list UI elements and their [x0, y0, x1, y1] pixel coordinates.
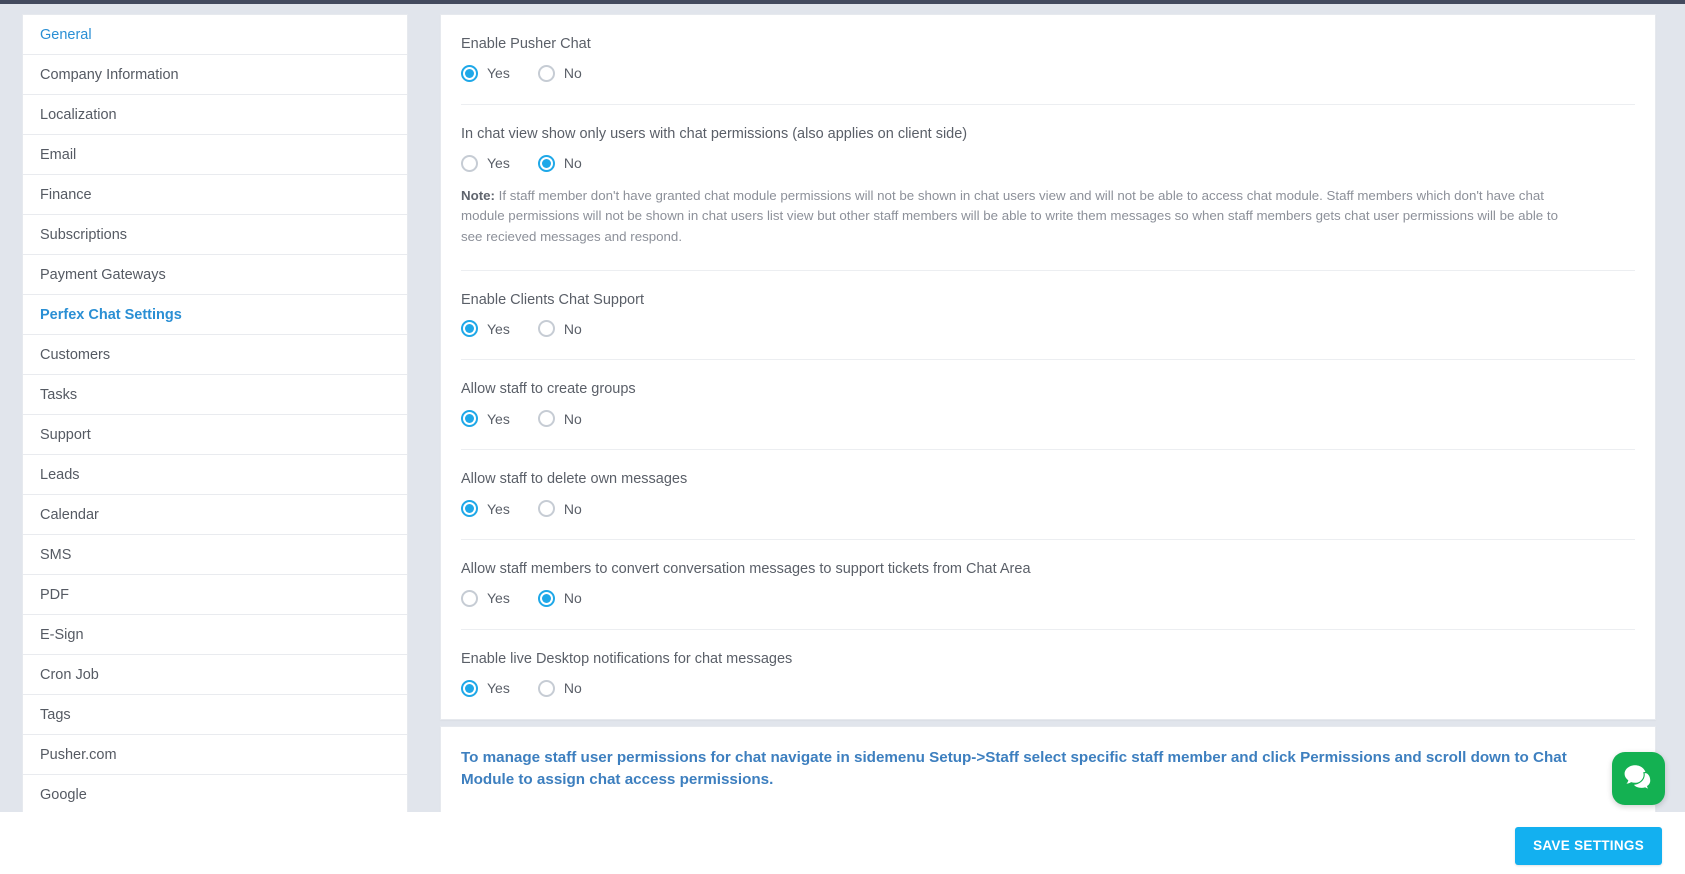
radio-unselected-icon[interactable] — [461, 589, 478, 607]
sidebar-item-localization[interactable]: Localization — [23, 95, 407, 135]
chat-widget-button[interactable] — [1612, 752, 1665, 805]
radio-option-yes[interactable]: Yes — [461, 410, 510, 428]
radio-selected-icon[interactable] — [461, 320, 478, 338]
sidebar-item-calendar[interactable]: Calendar — [23, 495, 407, 535]
setting-group: Allow staff members to convert conversat… — [461, 540, 1635, 630]
radio-option-label: Yes — [487, 590, 510, 607]
radio-option-yes[interactable]: Yes — [461, 679, 510, 697]
setting-group: Enable Clients Chat Support Yes No — [461, 271, 1635, 361]
radio-option-yes[interactable]: Yes — [461, 320, 510, 338]
setting-group: Allow staff to create groups Yes No — [461, 360, 1635, 451]
sidebar-item-perfex-chat-settings[interactable]: Perfex Chat Settings — [23, 295, 407, 335]
radio-option-label: No — [563, 320, 582, 337]
radio-option-yes[interactable]: Yes — [461, 154, 510, 172]
radio-selected-icon[interactable] — [461, 410, 478, 428]
setting-group: Enable Pusher Chat Yes No — [461, 15, 1635, 105]
setting-label: Allow staff to create groups — [461, 381, 636, 398]
radio-selected-icon[interactable] — [461, 500, 478, 518]
sidebar-item-google[interactable]: Google — [23, 775, 407, 812]
radio-option-yes[interactable]: Yes — [461, 64, 510, 82]
note-body: If staff member don't have granted chat … — [461, 187, 1558, 244]
radio-unselected-icon[interactable] — [537, 679, 555, 697]
setting-label: Enable Pusher Chat — [461, 36, 591, 52]
radio-option-no[interactable]: No — [537, 64, 582, 82]
sidebar-item-e-sign[interactable]: E-Sign — [23, 615, 407, 655]
chat-bubbles-icon — [1623, 763, 1655, 794]
radio-selected-icon[interactable] — [461, 679, 478, 697]
radio-unselected-icon[interactable] — [537, 320, 555, 338]
sidebar-item-customers[interactable]: Customers — [23, 335, 407, 375]
sidebar-item-email[interactable]: Email — [23, 135, 407, 175]
sidebar-item-subscriptions[interactable]: Subscriptions — [23, 215, 407, 255]
radio-option-label: No — [563, 500, 582, 517]
settings-sidebar: General Company Information Localization Em… — [22, 14, 408, 812]
sidebar-item-sms[interactable]: SMS — [23, 535, 407, 575]
radio-option-label: No — [563, 410, 582, 427]
sidebar-item-tasks[interactable]: Tasks — [23, 375, 407, 415]
radio-option-label: Yes — [487, 500, 510, 517]
radio-option-no[interactable]: No — [537, 679, 582, 697]
sidebar-item-payment-gateways[interactable]: Payment Gateways — [23, 255, 407, 295]
radio-unselected-icon[interactable] — [537, 500, 555, 518]
radio-selected-icon[interactable] — [461, 64, 478, 82]
radio-option-label: No — [563, 590, 582, 607]
radio-group: Yes No — [461, 679, 1635, 697]
radio-option-no[interactable]: No — [537, 154, 582, 172]
radio-option-label: Yes — [487, 65, 510, 82]
radio-selected-icon[interactable] — [537, 589, 555, 607]
sidebar-item-cron-job[interactable]: Cron Job — [23, 655, 407, 695]
setting-label: In chat view show only users with chat p… — [461, 125, 968, 142]
setting-label: Allow staff members to convert conversat… — [461, 561, 1031, 578]
sidebar-item-pdf[interactable]: PDF — [23, 575, 407, 615]
radio-option-label: Yes — [487, 680, 510, 697]
setting-group: Allow staff to delete own messages Yes No — [461, 450, 1635, 541]
sidebar-item-pusher-com[interactable]: Pusher.com — [23, 735, 407, 775]
setting-label: Enable Clients Chat Support — [461, 291, 644, 308]
radio-unselected-icon[interactable] — [461, 154, 478, 172]
radio-group: Yes No — [461, 410, 1635, 428]
sidebar-item-tags[interactable]: Tags — [23, 695, 407, 735]
sidebar-item-finance[interactable]: Finance — [23, 175, 407, 215]
radio-option-yes[interactable]: Yes — [461, 500, 510, 518]
permissions-info-link[interactable]: To manage staff user permissions for cha… — [461, 747, 1581, 791]
radio-option-no[interactable]: No — [537, 589, 582, 607]
radio-group: Yes No — [461, 64, 1635, 82]
radio-option-label: No — [563, 155, 582, 172]
chat-settings-panel: Enable Pusher Chat Yes No In chat view show… — [440, 14, 1656, 720]
sidebar-item-company-information[interactable]: Company Information — [23, 55, 407, 95]
setting-group: Enable live Desktop notifications for ch… — [461, 630, 1635, 719]
sidebar-item-leads[interactable]: Leads — [23, 455, 407, 495]
settings-page: General Company Information Localization Em… — [0, 0, 1685, 874]
setting-label: Allow staff to delete own messages — [461, 471, 688, 488]
radio-option-label: No — [563, 680, 582, 697]
radio-group: Yes No — [461, 589, 1635, 607]
radio-option-no[interactable]: No — [537, 500, 582, 518]
radio-option-no[interactable]: No — [537, 410, 582, 428]
permissions-info-panel: To manage staff user permissions for cha… — [440, 725, 1656, 814]
note-prefix: Note: — [461, 187, 495, 203]
main-content: Enable Pusher Chat Yes No In chat view show… — [440, 14, 1656, 814]
radio-option-label: Yes — [487, 155, 510, 172]
page-footer: SAVE SETTINGS — [0, 812, 1685, 874]
sidebar-item-support[interactable]: Support — [23, 415, 407, 455]
radio-unselected-icon[interactable] — [537, 410, 555, 428]
setting-note: Note: If staff member don't have granted… — [461, 186, 1581, 248]
save-settings-button[interactable]: SAVE SETTINGS — [1515, 827, 1662, 865]
sidebar-item-general[interactable]: General — [23, 15, 407, 55]
radio-option-label: No — [563, 65, 582, 82]
radio-option-no[interactable]: No — [537, 320, 582, 338]
setting-label: Enable live Desktop notifications for ch… — [461, 650, 793, 667]
radio-option-label: Yes — [487, 320, 510, 337]
radio-option-yes[interactable]: Yes — [461, 589, 510, 607]
radio-option-label: Yes — [487, 410, 510, 427]
radio-unselected-icon[interactable] — [537, 64, 555, 82]
radio-group: Yes No — [461, 154, 1635, 172]
radio-selected-icon[interactable] — [537, 154, 555, 172]
radio-group: Yes No — [461, 320, 1635, 338]
radio-group: Yes No — [461, 500, 1635, 518]
setting-group: In chat view show only users with chat p… — [461, 105, 1635, 271]
